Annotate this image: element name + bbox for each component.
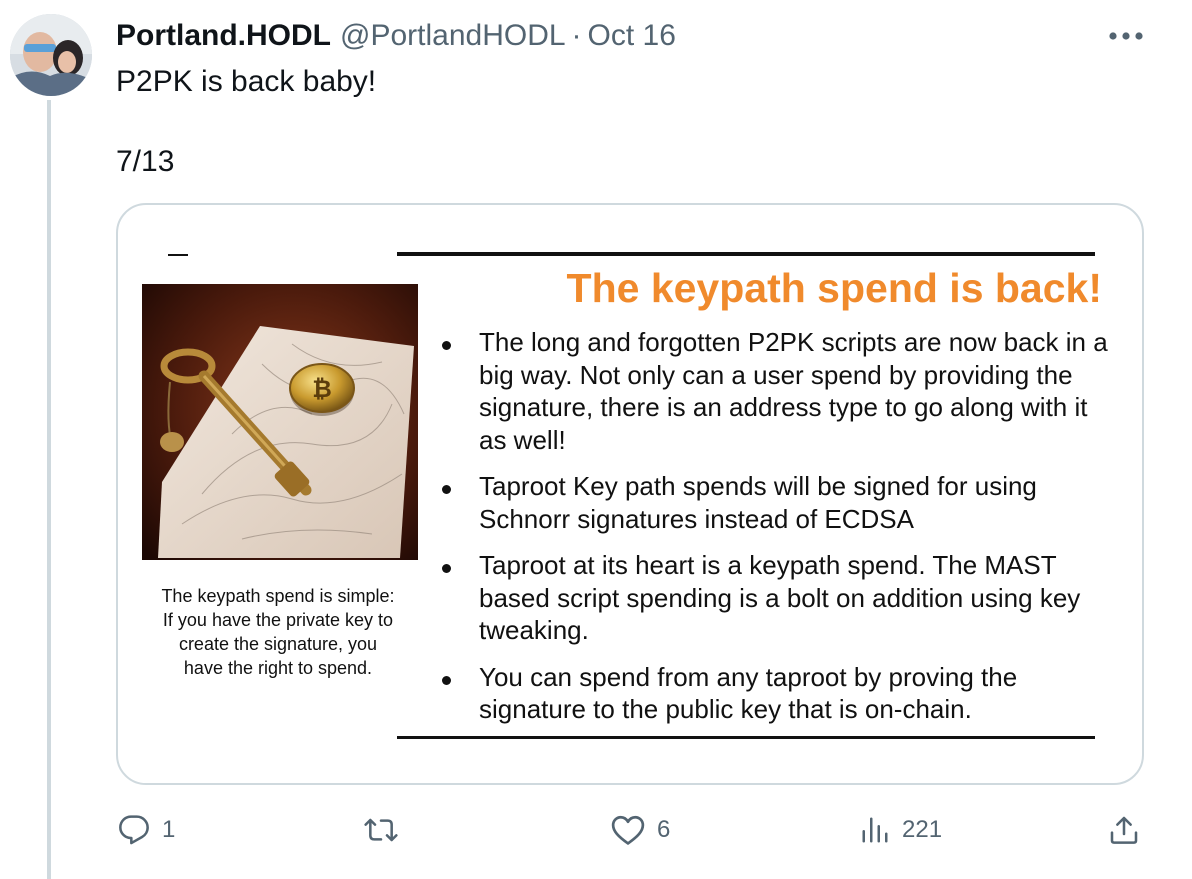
tweet-text: P2PK is back baby! — [116, 65, 377, 98]
slide-caption: The keypath spend is simple: If you have… — [161, 586, 395, 678]
slide-bottom-rule — [397, 736, 1095, 739]
tweet-image[interactable]: ₿ The keypath spend is simple: If you ha… — [116, 203, 1144, 785]
tweet-actions: 1 6 221 — [0, 808, 1192, 852]
views-count: 221 — [902, 816, 943, 843]
tweet-date[interactable]: Oct 16 — [588, 19, 676, 53]
tweet-header: Portland.HODL @PortlandHODL · Oct 16 — [116, 16, 676, 56]
views-button[interactable]: 221 — [860, 808, 942, 852]
share-button[interactable] — [1108, 808, 1140, 852]
thread-counter: 7/13 — [116, 145, 175, 178]
slide-bullet: Taproot Key path spends will be signed f… — [436, 470, 1116, 535]
slide-title: The keypath spend is back! — [566, 265, 1102, 311]
avatar-image — [10, 14, 92, 96]
slide-bullet-list: The long and forgotten P2PK scripts are … — [436, 326, 1116, 740]
reply-count: 1 — [162, 816, 176, 843]
slide-top-rule — [397, 252, 1095, 256]
like-button[interactable]: 6 — [611, 808, 670, 852]
user-handle[interactable]: @PortlandHODL — [340, 19, 566, 53]
retweet-button[interactable] — [363, 808, 411, 852]
slide-bullet: The long and forgotten P2PK scripts are … — [436, 326, 1116, 456]
reply-icon — [119, 815, 149, 845]
slide-dash — [168, 254, 188, 256]
like-count: 6 — [657, 816, 671, 843]
views-icon — [862, 817, 888, 843]
slide-bullet: You can spend from any taproot by provin… — [436, 661, 1116, 726]
avatar[interactable] — [10, 14, 92, 96]
bitcoin-key-map-photo: ₿ — [142, 284, 418, 560]
retweet-icon — [364, 818, 398, 842]
svg-text:₿: ₿ — [312, 375, 332, 403]
more-options-button[interactable] — [1106, 22, 1146, 50]
slide-bullet: Taproot at its heart is a keypath spend.… — [436, 549, 1116, 647]
display-name[interactable]: Portland.HODL — [116, 19, 331, 53]
thread-connector-line — [47, 100, 51, 879]
more-icon — [1109, 32, 1143, 40]
share-icon — [1110, 816, 1138, 844]
separator-dot: · — [571, 19, 582, 52]
heart-icon — [611, 815, 645, 845]
reply-button[interactable]: 1 — [118, 808, 175, 852]
